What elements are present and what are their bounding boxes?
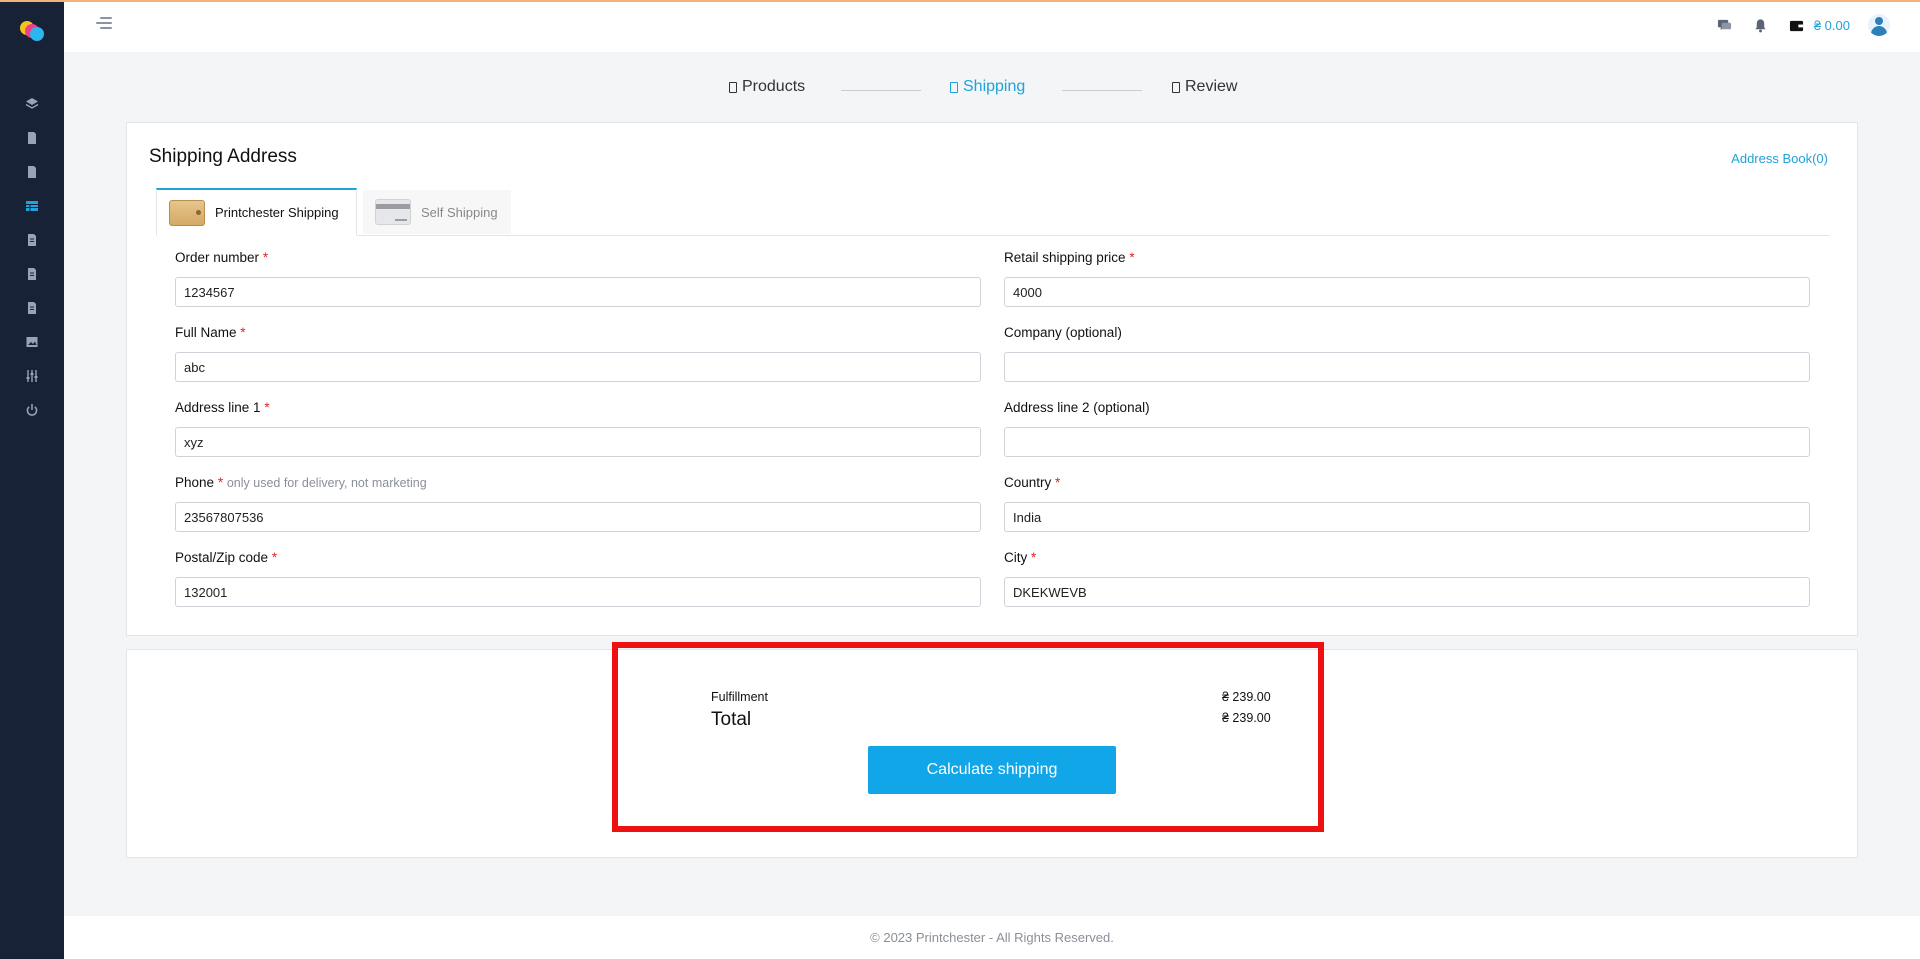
step-shipping[interactable]: Shipping — [950, 78, 1025, 96]
file-icon[interactable] — [22, 128, 42, 148]
step-review[interactable]: Review — [1172, 78, 1237, 96]
top-accent-line — [0, 0, 1920, 2]
postal-code-label: Postal/Zip code * — [175, 550, 278, 565]
document-icon[interactable] — [22, 230, 42, 250]
retail-shipping-price-field[interactable] — [1004, 277, 1810, 307]
postal-code-field[interactable] — [175, 577, 981, 607]
address-line-1-label: Address line 1 * — [175, 400, 270, 415]
document-icon[interactable] — [22, 264, 42, 284]
tab-label: Printchester Shipping — [215, 205, 339, 220]
table-icon[interactable] — [22, 196, 42, 216]
company-label: Company (optional) — [1004, 325, 1122, 340]
address-line-1-field[interactable] — [175, 427, 981, 457]
postal-code-group: Postal/Zip code * — [175, 550, 981, 607]
shipping-address-card: Shipping Address Address Book(0) Printch… — [126, 122, 1858, 636]
document-icon[interactable] — [22, 298, 42, 318]
tab-printchester-shipping[interactable]: Printchester Shipping — [156, 188, 357, 236]
step-label: Shipping — [963, 78, 1026, 95]
checkout-stepper: Products Shipping Review — [0, 78, 1920, 102]
retail-shipping-price-label: Retail shipping price * — [1004, 250, 1135, 265]
tab-label: Self Shipping — [421, 204, 498, 220]
country-field[interactable] — [1004, 502, 1810, 532]
address-line-2-field[interactable] — [1004, 427, 1810, 457]
copyright-text: © 2023 Printchester - All Rights Reserve… — [870, 930, 1114, 945]
phone-field[interactable] — [175, 502, 981, 532]
full-name-group: Full Name * — [175, 325, 981, 382]
address-book-link[interactable]: Address Book(0) — [1731, 151, 1828, 166]
page-title: Shipping Address — [149, 146, 297, 167]
step-connector — [841, 90, 921, 91]
wallet-balance[interactable]: ₴ 0.00 — [1788, 16, 1850, 34]
wallet-image — [169, 199, 205, 226]
top-header: ₴ 0.00 — [64, 2, 1920, 52]
file-icon[interactable] — [22, 162, 42, 182]
address-line-1-group: Address line 1 * — [175, 400, 981, 457]
avatar[interactable] — [1868, 14, 1890, 36]
full-name-label: Full Name * — [175, 325, 246, 340]
footer: © 2023 Printchester - All Rights Reserve… — [64, 916, 1920, 959]
image-icon[interactable] — [22, 332, 42, 352]
company-group: Company (optional) — [1004, 325, 1810, 382]
step-products[interactable]: Products — [729, 78, 805, 96]
address-line-2-label: Address line 2 (optional) — [1004, 400, 1150, 415]
step-connector — [1062, 90, 1142, 91]
city-group: City * — [1004, 550, 1810, 607]
city-label: City * — [1004, 550, 1037, 565]
logo[interactable] — [18, 19, 46, 41]
country-group: Country * — [1004, 475, 1810, 532]
menu-toggle-icon[interactable] — [96, 17, 112, 33]
city-field[interactable] — [1004, 577, 1810, 607]
phone-group: Phone * only used for delivery, not mark… — [175, 475, 981, 532]
sidebar — [0, 0, 64, 959]
address-line-2-group: Address line 2 (optional) — [1004, 400, 1810, 457]
full-name-field[interactable] — [175, 352, 981, 382]
tab-self-shipping[interactable]: Self Shipping — [363, 190, 511, 234]
phone-label: Phone * only used for delivery, not mark… — [175, 475, 427, 490]
step-icon — [1172, 81, 1180, 93]
chat-icon[interactable] — [1716, 16, 1734, 34]
highlight-box — [612, 642, 1324, 832]
bell-icon[interactable] — [1752, 16, 1770, 34]
retail-shipping-price-group: Retail shipping price * — [1004, 250, 1810, 307]
order-number-group: Order number * — [175, 250, 981, 307]
wallet-icon — [1788, 16, 1806, 34]
wallet-amount: ₴ 0.00 — [1813, 17, 1850, 33]
step-label: Products — [742, 78, 806, 95]
sliders-icon[interactable] — [22, 366, 42, 386]
step-label: Review — [1185, 78, 1238, 95]
company-field[interactable] — [1004, 352, 1810, 382]
country-label: Country * — [1004, 475, 1061, 490]
power-icon[interactable] — [22, 400, 42, 420]
shipping-method-tabs: Printchester Shipping Self Shipping — [156, 188, 1830, 236]
credit-card-image — [375, 199, 411, 225]
order-number-label: Order number * — [175, 250, 269, 265]
phone-hint: only used for delivery, not marketing — [226, 476, 427, 490]
step-icon — [729, 81, 737, 93]
order-number-field[interactable] — [175, 277, 981, 307]
step-icon — [950, 81, 958, 93]
